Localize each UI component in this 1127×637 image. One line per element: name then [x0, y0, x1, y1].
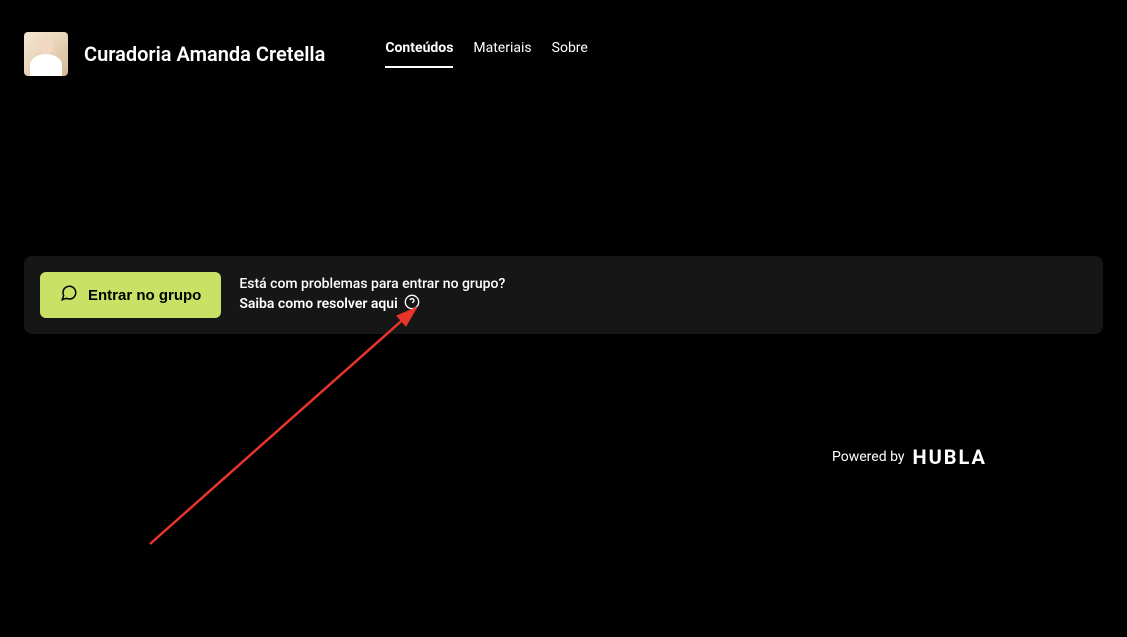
- help-link-row: Saiba como resolver aqui: [239, 294, 505, 314]
- content-area: Entrar no grupo Está com problemas para …: [0, 256, 1127, 334]
- join-button-label: Entrar no grupo: [88, 287, 201, 304]
- help-text: Está com problemas para entrar no grupo?…: [239, 276, 505, 314]
- help-icon[interactable]: [404, 294, 420, 314]
- powered-by: Powered by HUBLA: [832, 445, 987, 469]
- annotation-arrow: [144, 300, 434, 550]
- join-group-button[interactable]: Entrar no grupo: [40, 272, 221, 318]
- hubla-logo: HUBLA: [912, 445, 987, 469]
- tab-materiais[interactable]: Materiais: [473, 40, 531, 68]
- action-bar: Entrar no grupo Está com problemas para …: [24, 256, 1103, 334]
- header: Curadoria Amanda Cretella Conteúdos Mate…: [0, 0, 1127, 96]
- help-question: Está com problemas para entrar no grupo?: [239, 276, 505, 292]
- help-link[interactable]: Saiba como resolver aqui: [239, 296, 397, 312]
- nav-tabs: Conteúdos Materiais Sobre: [385, 40, 587, 68]
- tab-sobre[interactable]: Sobre: [552, 40, 588, 68]
- tab-conteudos[interactable]: Conteúdos: [385, 40, 453, 68]
- powered-by-text: Powered by: [832, 449, 905, 465]
- whatsapp-icon: [60, 284, 78, 306]
- avatar: [24, 32, 68, 76]
- brand: Curadoria Amanda Cretella: [24, 32, 325, 76]
- page-title: Curadoria Amanda Cretella: [84, 42, 325, 66]
